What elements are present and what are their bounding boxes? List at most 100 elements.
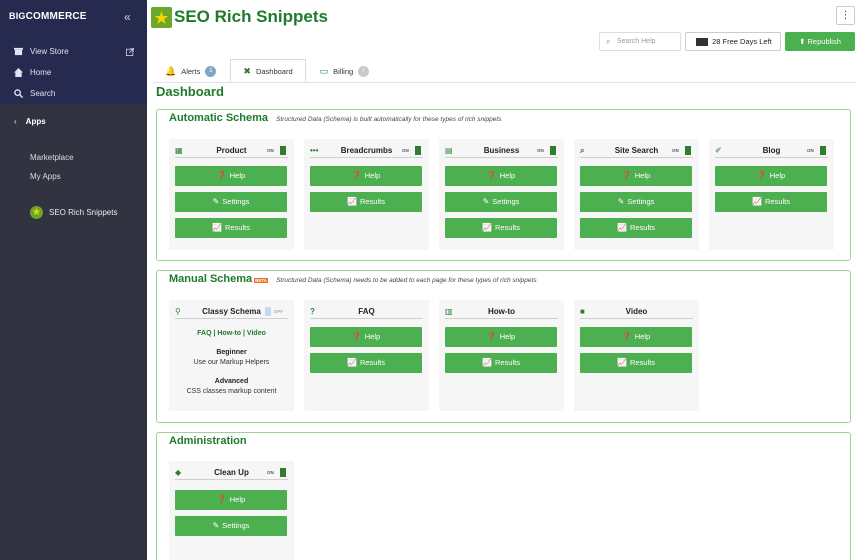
sidebar-item-my-apps[interactable]: My Apps [30,172,61,181]
page-app-title: SEO Rich Snippets [174,7,328,26]
blog-toggle[interactable]: ON [805,146,826,155]
republish-button[interactable]: ⬆ Republish [785,32,855,51]
product-help-button[interactable]: ❓ Help [175,166,287,186]
site-search-toggle[interactable]: ON [670,146,691,155]
card-title: ▥ How-to [445,304,558,319]
chart-icon: 📈 [212,223,222,232]
search-icon: ⌕ [606,37,611,46]
question-icon: ❓ [486,332,497,341]
automatic-schema-section: Automatic Schema Structured Data (Schema… [156,109,851,261]
tab-billing[interactable]: ▭ Billing i [307,59,382,83]
administration-section: Administration ◆ Clean Up ON ❓ Help ✎ Setti… [156,432,851,560]
beginner-desc: Use our Markup Helpers [193,359,270,366]
business-settings-button[interactable]: ✎ Settings [445,192,557,212]
sidebar-item-seo-rich-snippets[interactable]: ★ SEO Rich Snippets [30,206,117,219]
bigcommerce-logo[interactable]: BIGCOMMERCE [9,11,87,22]
site-search-settings-button[interactable]: ✎ Settings [580,192,692,212]
business-toggle[interactable]: ON [535,146,556,155]
advanced-label: Advanced [214,378,249,385]
chevron-left-icon: ‹ [14,117,17,126]
faq-results-button[interactable]: 📈 Results [310,353,422,373]
blog-help-button[interactable]: ❓ Help [715,166,827,186]
sidebar-item-home[interactable]: Home [14,68,51,77]
business-card: ▤ Business ON ❓ Help ✎ Settings 📈 Results [439,139,564,250]
search-icon [14,89,23,98]
home-icon [14,68,23,77]
main-content: ★ SEO Rich Snippets ⋮ ⌕ Search Help 28 F… [147,0,860,560]
faq-card: ? FAQ ❓ Help 📈 Results [304,300,429,411]
chart-icon: 📈 [617,358,627,367]
sidebar-item-view-store[interactable]: View Store [14,47,69,56]
tab-dashboard[interactable]: ✖ Dashboard [230,59,306,83]
business-help-button[interactable]: ❓ Help [445,166,557,186]
more-options-button[interactable]: ⋮ [836,6,855,25]
question-icon: ❓ [621,332,632,341]
building-icon: ▤ [445,146,453,155]
card-title: ⌕ Site Search ON [580,143,693,158]
chart-icon: 📈 [347,197,357,206]
chart-icon: 📈 [347,358,357,367]
product-toggle[interactable]: ON [265,146,286,155]
clean-up-help-button[interactable]: ❓ Help [175,490,287,510]
bell-icon: 🔔 [165,65,177,76]
administration-header: Administration [169,435,247,447]
video-camera-icon: ■ [580,307,585,316]
sidebar-item-search[interactable]: Search [14,89,55,98]
chart-icon: 📈 [752,197,762,206]
question-icon: ❓ [486,171,497,180]
question-mark-icon: ? [310,307,315,316]
clean-up-toggle[interactable]: ON [265,468,286,477]
tab-alerts[interactable]: 🔔 Alerts 1 [153,59,229,83]
faq-help-button[interactable]: ❓ Help [310,327,422,347]
tab-divider [153,82,857,83]
external-link-icon[interactable] [126,48,134,56]
tools-icon: ✖ [243,66,251,76]
search-help-input[interactable]: ⌕ Search Help [599,32,681,51]
beginner-label: Beginner [216,349,247,356]
edit-icon: ✎ [482,197,490,206]
question-icon: ❓ [216,495,227,504]
card-title: ■ Video [580,304,693,319]
breadcrumbs-toggle[interactable]: ON [400,146,421,155]
site-search-help-button[interactable]: ❓ Help [580,166,692,186]
question-icon: ❓ [756,171,767,180]
edit-icon: ✎ [212,521,220,530]
breadcrumbs-results-button[interactable]: 📈 Results [310,192,422,212]
site-search-card: ⌕ Site Search ON ❓ Help ✎ Settings 📈 Results [574,139,699,250]
how-to-help-button[interactable]: ❓ Help [445,327,557,347]
classy-schema-links[interactable]: FAQ | How-to | Video [169,330,294,337]
sidebar-item-apps[interactable]: ‹ Apps [14,117,46,126]
card-title: ••• Breadcrumbs ON [310,143,423,158]
video-help-button[interactable]: ❓ Help [580,327,692,347]
clean-up-card: ◆ Clean Up ON ❓ Help ✎ Settings [169,461,294,560]
funnel-icon: ⚲ [175,307,181,316]
magnifier-icon: ⌕ [580,146,585,155]
free-trial-button[interactable]: 28 Free Days Left [685,32,781,51]
chart-icon: 📈 [482,358,492,367]
classy-schema-toggle[interactable]: OFF [265,307,286,316]
star-icon: ★ [30,206,43,219]
breadcrumbs-help-button[interactable]: ❓ Help [310,166,422,186]
clean-up-settings-button[interactable]: ✎ Settings [175,516,287,536]
collapse-sidebar-icon[interactable]: « [124,10,131,24]
card-title: ▤ Business ON [445,143,558,158]
sidebar-item-marketplace[interactable]: Marketplace [30,153,74,162]
edit-icon: ✎ [617,197,625,206]
store-icon [14,47,23,56]
card-title: ✐ Blog ON [715,143,828,158]
question-icon: ❓ [621,171,632,180]
card-title: ◆ Clean Up ON [175,465,288,480]
site-search-results-button[interactable]: 📈 Results [580,218,692,238]
how-to-card: ▥ How-to ❓ Help 📈 Results [439,300,564,411]
product-settings-button[interactable]: ✎ Settings [175,192,287,212]
edit-icon: ✎ [212,197,220,206]
how-to-results-button[interactable]: 📈 Results [445,353,557,373]
sidebar-top: BIGCOMMERCE « View Store Home Search [0,0,147,104]
manual-schema-header: Manual Schema BETA Structured Data (Schem… [169,273,537,285]
blog-results-button[interactable]: 📈 Results [715,192,827,212]
video-results-button[interactable]: 📈 Results [580,353,692,373]
eraser-icon: ◆ [175,468,182,477]
business-results-button[interactable]: 📈 Results [445,218,557,238]
advanced-desc: CSS classes markup content [186,388,277,395]
product-results-button[interactable]: 📈 Results [175,218,287,238]
